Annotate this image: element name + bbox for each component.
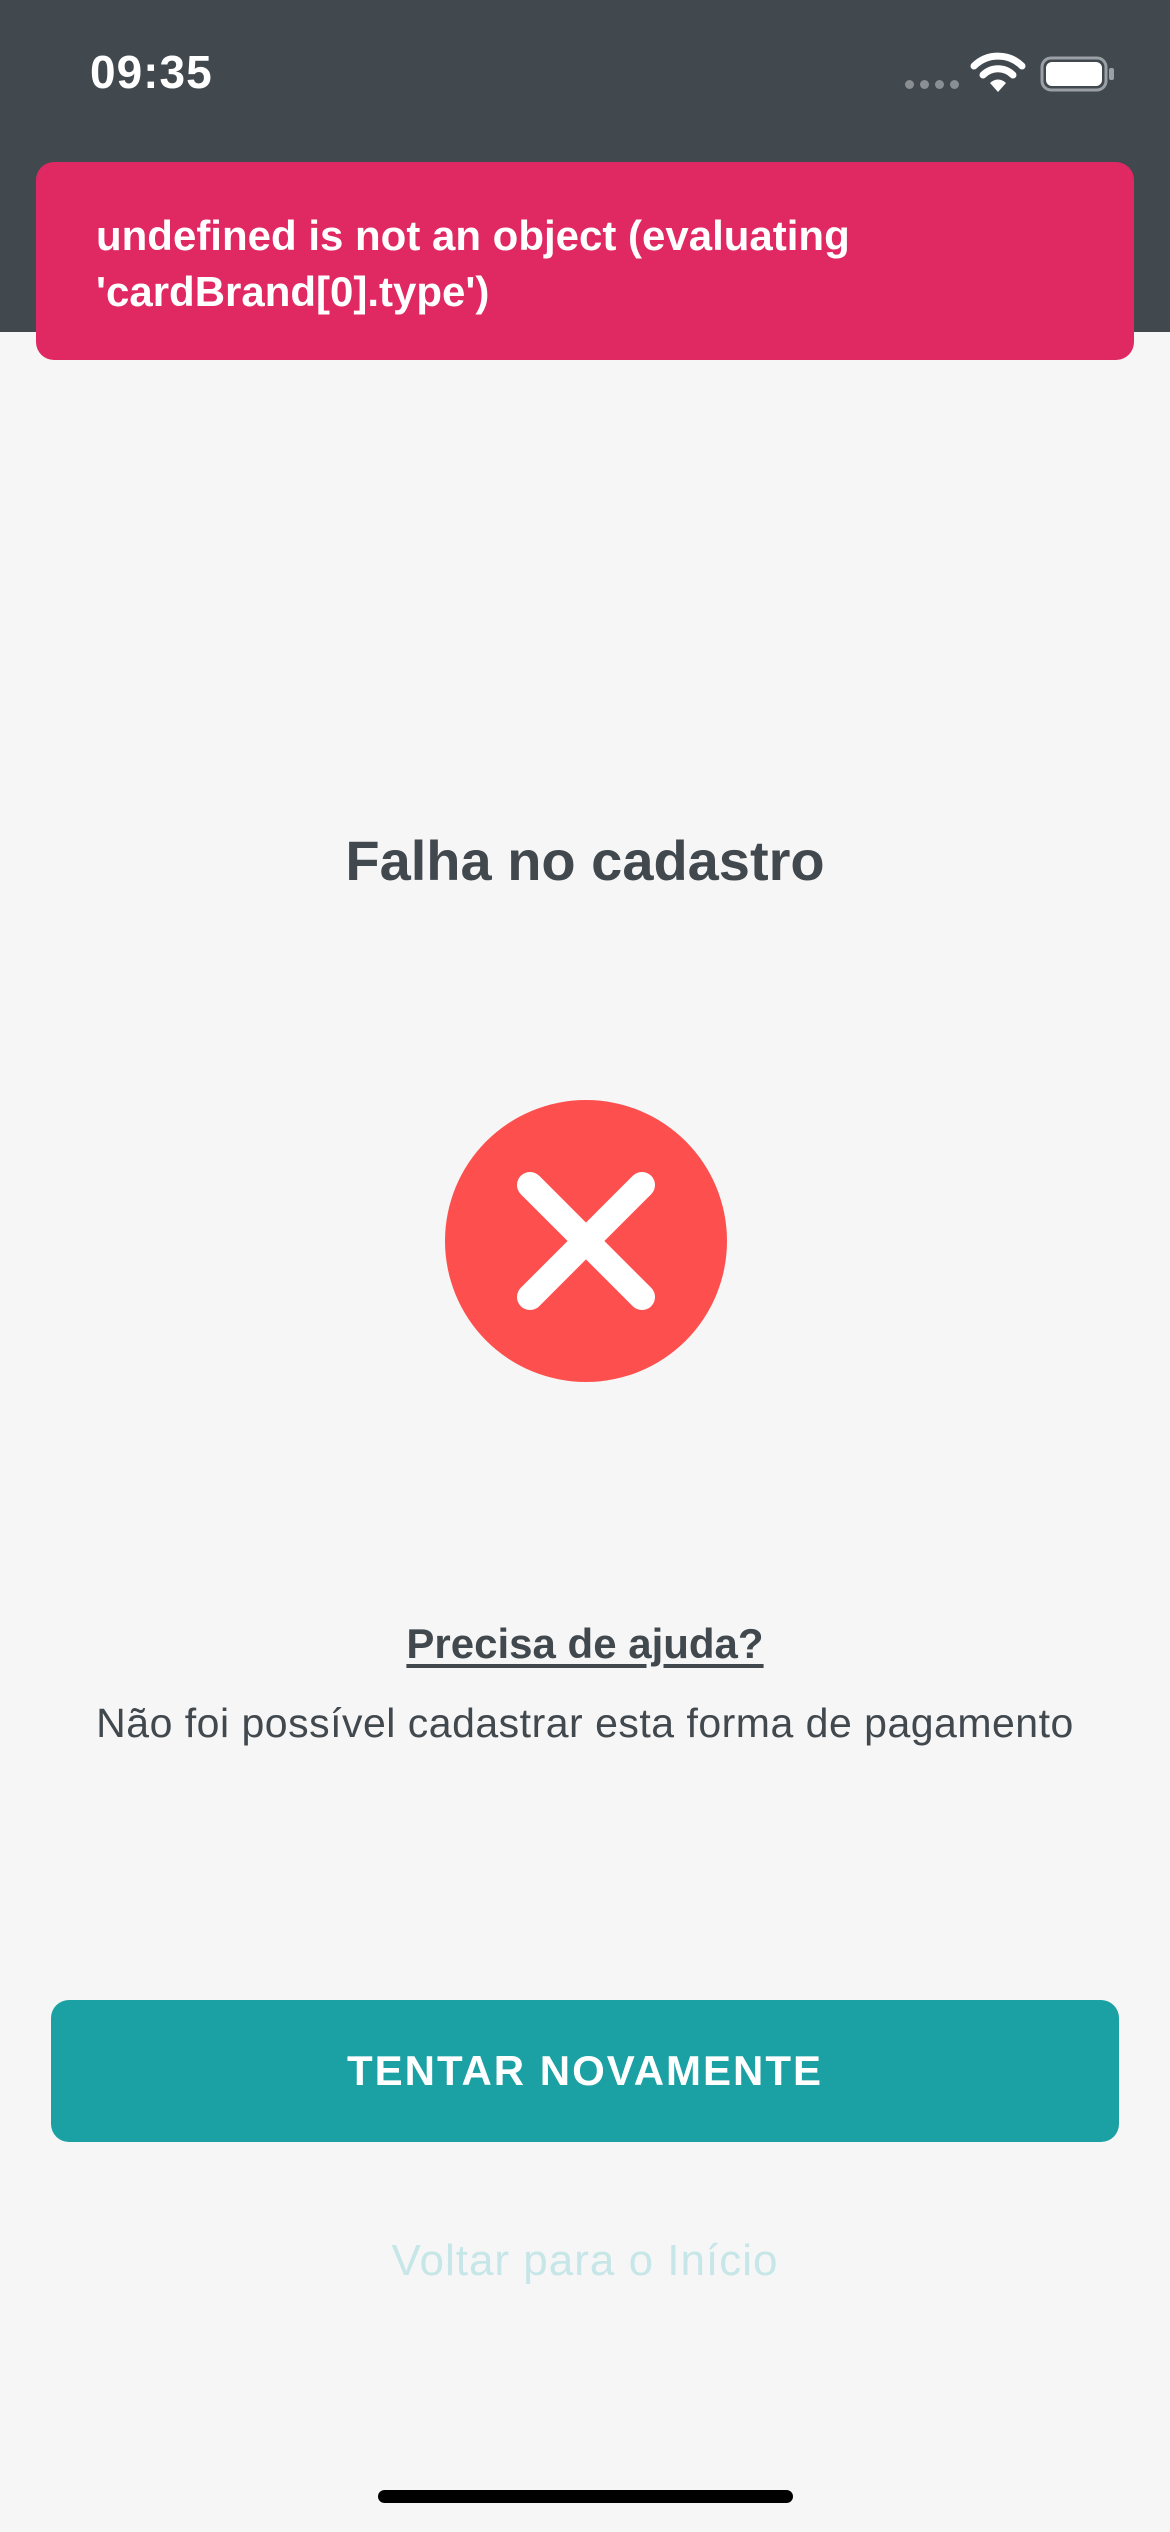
back-to-home-link[interactable]: Voltar para o Início: [0, 2236, 1170, 2286]
battery-icon: [1040, 56, 1114, 92]
help-link[interactable]: Precisa de ajuda?: [0, 1620, 1170, 1668]
wifi-icon: [970, 52, 1026, 92]
retry-button[interactable]: TENTAR NOVAMENTE: [51, 2000, 1119, 2142]
page-title: Falha no cadastro: [345, 829, 825, 892]
error-toast[interactable]: undefined is not an object (evaluating '…: [36, 162, 1134, 360]
error-description: Não foi possível cadastrar esta forma de…: [96, 1700, 1074, 1746]
signal-dots-icon: [905, 80, 959, 89]
status-time: 09:35: [90, 46, 213, 98]
close-x-icon: [517, 1172, 655, 1310]
home-indicator: [378, 2490, 793, 2503]
error-status-icon: [445, 1100, 727, 1382]
